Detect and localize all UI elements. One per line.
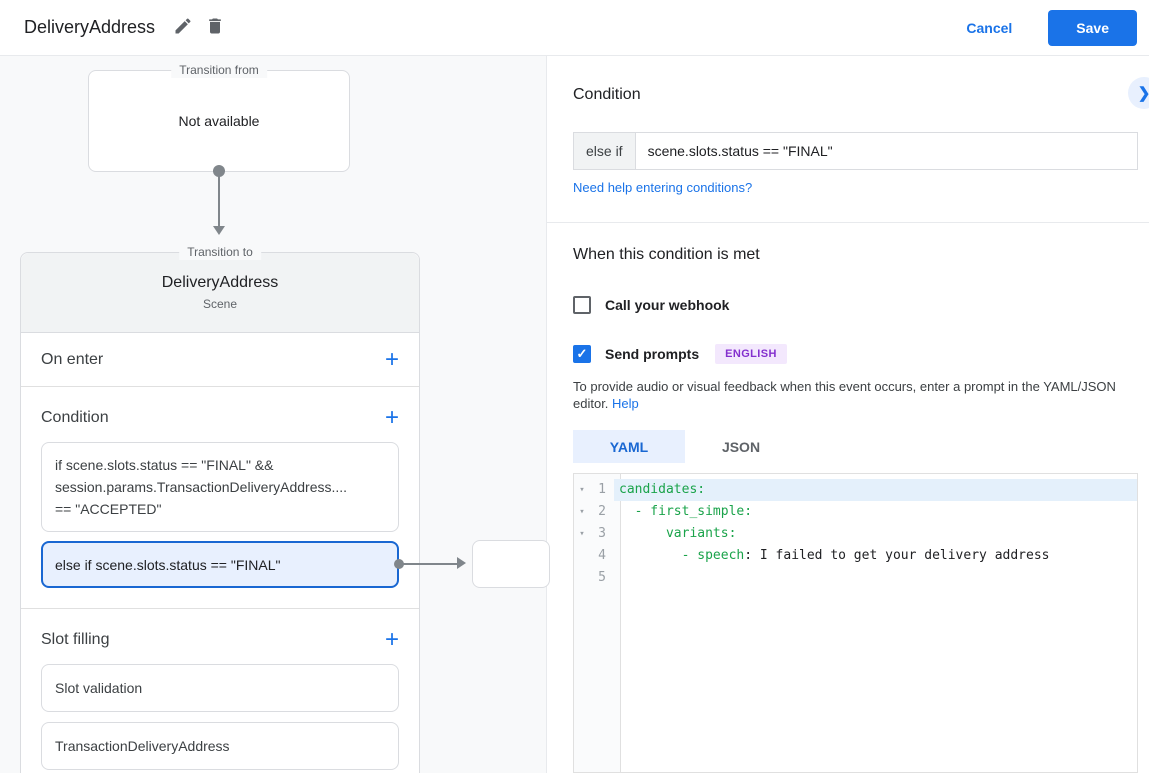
delete-scene-button[interactable] xyxy=(199,12,231,44)
transition-from-content: Not available xyxy=(178,113,260,129)
condition-input-row: else if xyxy=(573,132,1138,170)
condition-prefix-label: else if xyxy=(573,132,636,170)
webhook-label[interactable]: Call your webhook xyxy=(605,297,729,313)
slot-filling-label: Slot filling xyxy=(41,631,110,648)
line-number: 4 xyxy=(598,548,606,563)
tab-json[interactable]: JSON xyxy=(685,430,797,463)
connector-line-horizontal xyxy=(402,563,458,565)
fold-arrow-icon[interactable]: ▾ xyxy=(574,479,590,501)
add-slot-icon[interactable]: + xyxy=(385,628,399,652)
panel-title: Condition xyxy=(573,86,641,103)
transition-from-legend: Transition from xyxy=(171,62,267,78)
language-badge: ENGLISH xyxy=(715,344,787,364)
yaml-code-editor[interactable]: ▾ 1 candidates: ▾ 2 - first_simple: ▾ 3 … xyxy=(573,473,1138,773)
flow-canvas: Transition from Not available Transition… xyxy=(0,56,550,773)
on-enter-label: On enter xyxy=(41,350,104,368)
line-number: 3 xyxy=(598,526,606,541)
arrow-down-icon xyxy=(213,226,225,235)
when-condition-met-title: When this condition is met xyxy=(573,246,760,263)
code-text[interactable] xyxy=(614,567,1137,589)
slot-item[interactable]: TransactionDeliveryAddress xyxy=(41,722,399,770)
prompt-help-link[interactable]: Help xyxy=(612,396,639,411)
code-text[interactable]: - speech: I failed to get your delivery … xyxy=(614,545,1137,567)
transition-target-node[interactable] xyxy=(472,540,550,588)
fold-arrow-icon[interactable]: ▾ xyxy=(574,501,590,523)
condition-item-else-if-selected[interactable]: else if scene.slots.status == "FINAL" xyxy=(41,541,399,588)
pencil-icon xyxy=(173,16,193,39)
connector-line-vertical xyxy=(218,174,220,228)
code-line: ▾ 2 - first_simple: xyxy=(574,501,1137,523)
send-prompts-row: ✓ Send prompts ENGLISH xyxy=(573,344,787,364)
line-number: 2 xyxy=(598,504,606,519)
line-number: 5 xyxy=(598,570,606,585)
code-line: ▾ 3 variants: xyxy=(574,523,1137,545)
scene-editor-app: DeliveryAddress Cancel Save Transition f… xyxy=(0,0,1149,773)
add-on-enter-icon[interactable]: + xyxy=(385,347,399,371)
trash-icon xyxy=(205,16,225,39)
cancel-button[interactable]: Cancel xyxy=(966,20,1012,36)
code-line: 5 xyxy=(574,567,1137,589)
check-icon: ✓ xyxy=(576,346,588,361)
collapse-panel-button[interactable]: ❯ xyxy=(1128,77,1149,109)
scene-type-label: Scene xyxy=(202,297,238,311)
editor-format-tabs: YAML JSON xyxy=(573,430,797,463)
slot-item[interactable]: Slot validation xyxy=(41,664,399,712)
add-condition-icon[interactable]: + xyxy=(385,406,399,430)
condition-item-if[interactable]: if scene.slots.status == "FINAL" && sess… xyxy=(41,442,399,532)
code-text[interactable]: - first_simple: xyxy=(614,501,1137,523)
scene-name: DeliveryAddress xyxy=(161,274,279,291)
transition-to-legend: Transition to xyxy=(179,244,261,260)
on-enter-row[interactable]: On enter + xyxy=(21,333,419,387)
conditions-help-link[interactable]: Need help entering conditions? xyxy=(573,180,752,195)
condition-detail-panel: Condition ❯ else if Need help entering c… xyxy=(546,56,1149,773)
prompt-description-text: To provide audio or visual feedback when… xyxy=(573,379,1116,411)
scene-card-header[interactable]: DeliveryAddress Scene xyxy=(21,253,419,333)
edit-title-button[interactable] xyxy=(167,12,199,44)
slot-filling-section: Slot filling + Slot validation Transacti… xyxy=(21,609,419,773)
chevron-right-icon: ❯ xyxy=(1138,84,1149,102)
tab-yaml[interactable]: YAML xyxy=(573,430,685,463)
page-title: DeliveryAddress xyxy=(24,17,156,37)
condition-section-label: Condition xyxy=(41,409,109,426)
fold-arrow-icon[interactable]: ▾ xyxy=(574,523,590,545)
code-text[interactable]: variants: xyxy=(614,523,1137,545)
arrow-right-icon xyxy=(457,557,466,569)
fold-arrow-icon[interactable] xyxy=(574,567,590,589)
save-button[interactable]: Save xyxy=(1048,9,1137,46)
prompt-description: To provide audio or visual feedback when… xyxy=(573,378,1135,412)
send-prompts-checkbox-checked[interactable]: ✓ xyxy=(573,345,591,363)
code-line: 4 - speech: I failed to get your deliver… xyxy=(574,545,1137,567)
condition-value-input[interactable] xyxy=(635,132,1138,170)
transition-from-node[interactable]: Transition from Not available xyxy=(88,62,350,172)
code-text[interactable]: candidates: xyxy=(614,479,1137,501)
section-divider xyxy=(547,222,1149,223)
fold-arrow-icon[interactable] xyxy=(574,545,590,567)
webhook-checkbox-unchecked[interactable] xyxy=(573,296,591,314)
code-line: ▾ 1 candidates: xyxy=(574,479,1137,501)
condition-section: Condition + if scene.slots.status == "FI… xyxy=(21,387,419,609)
top-bar: DeliveryAddress Cancel Save xyxy=(0,0,1149,56)
scene-node-card: Transition to DeliveryAddress Scene On e… xyxy=(20,244,420,773)
send-prompts-label[interactable]: Send prompts xyxy=(605,346,699,362)
call-webhook-row: Call your webhook xyxy=(573,296,729,314)
line-number: 1 xyxy=(598,482,606,497)
